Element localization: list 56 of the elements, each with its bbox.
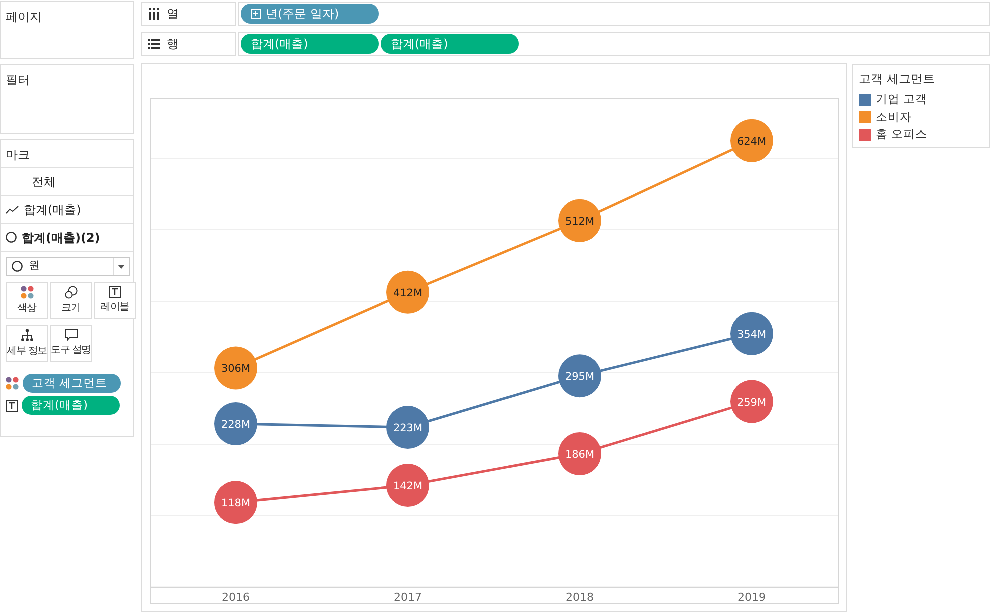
data-label: 228M (221, 418, 251, 431)
card-title: 페이지 (6, 10, 42, 24)
data-point (730, 312, 774, 356)
card-title: 필터 (6, 73, 30, 87)
card-title: 마크 (6, 148, 30, 162)
shelf-label: 행 (167, 36, 179, 53)
data-point (730, 119, 774, 162)
bars-icon (148, 8, 160, 20)
data-label: 142M (393, 480, 423, 492)
x-tick-label: 2017 (394, 591, 422, 604)
data-point (214, 402, 258, 446)
speech-bubble-icon (64, 329, 78, 341)
hierarchy-icon (20, 328, 34, 342)
data-point (214, 481, 258, 524)
data-point (730, 380, 774, 424)
data-label: 306M (221, 363, 251, 376)
data-label: 295M (565, 371, 595, 384)
mark-type-dropdown[interactable]: 원 (6, 257, 130, 276)
data-label: 118M (221, 498, 251, 510)
text-box-icon (6, 400, 18, 412)
label-button[interactable]: 레이블 (94, 282, 136, 319)
legend-label: 소비자 (876, 108, 912, 126)
x-tick-label: 2018 (566, 591, 594, 604)
data-point (558, 354, 602, 398)
list-icon (148, 39, 160, 49)
data-label: 354M (737, 328, 767, 341)
data-label: 259M (737, 396, 767, 409)
caret-icon (118, 264, 125, 268)
data-point (558, 199, 602, 242)
legend-title: 고객 세그먼트 (858, 71, 936, 88)
overlapping-circles-icon (64, 286, 78, 298)
circle-icon (6, 232, 17, 243)
four-dots-icon (6, 377, 19, 390)
data-label: 186M (565, 449, 595, 461)
data-point (214, 346, 258, 390)
color-button[interactable]: 색상 (6, 282, 48, 319)
data-point (386, 464, 430, 507)
data-point (386, 406, 430, 450)
circle-icon (12, 261, 23, 272)
data-label: 624M (737, 136, 767, 148)
four-dots-icon (20, 286, 34, 298)
legend-label: 홈 오피스 (876, 126, 928, 144)
data-point (386, 270, 430, 314)
data-point (558, 432, 602, 476)
tooltip-button[interactable]: 도구 설명 (50, 325, 92, 362)
detail-button[interactable]: 세부 정보 (6, 325, 48, 362)
legend-label: 기업 고객 (876, 91, 928, 108)
data-label: 223M (393, 422, 423, 435)
line-trend-icon (6, 206, 19, 214)
data-label: 412M (393, 287, 423, 300)
data-label: 512M (565, 216, 595, 228)
text-box-icon (109, 286, 121, 298)
size-button[interactable]: 크기 (50, 282, 92, 319)
shelf-label: 열 (167, 6, 179, 23)
x-tick-label: 2016 (222, 591, 250, 604)
x-tick-label: 2019 (738, 591, 766, 604)
